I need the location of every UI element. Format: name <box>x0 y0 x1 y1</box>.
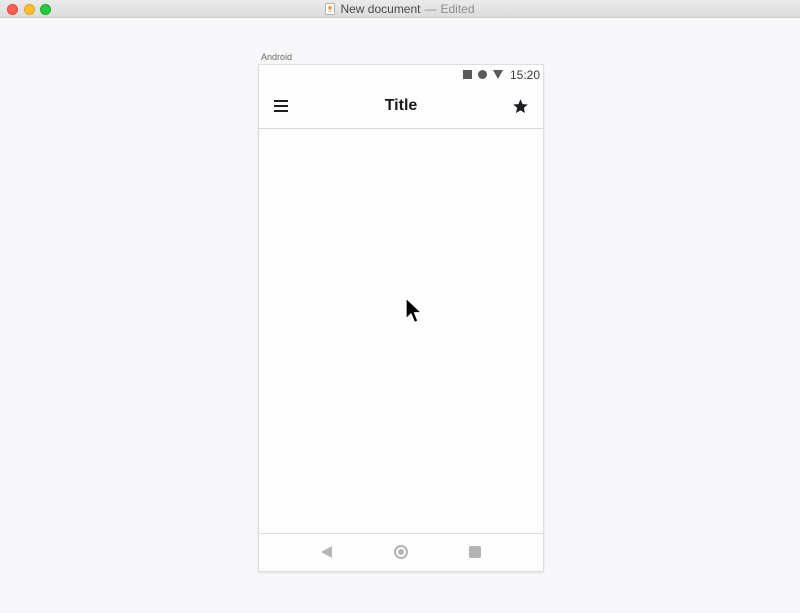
mouse-cursor-icon <box>405 297 423 324</box>
star-icon[interactable] <box>512 98 529 115</box>
title-bar: New document — Edited <box>0 0 800 18</box>
content-area <box>259 129 543 533</box>
app-bar: Title <box>259 85 543 129</box>
wifi-icon <box>493 70 503 79</box>
notification-square-icon <box>463 70 472 79</box>
artboard-label[interactable]: Android <box>261 52 292 62</box>
home-icon[interactable] <box>394 545 408 559</box>
recents-icon[interactable] <box>469 546 481 558</box>
title-separator: — <box>424 2 437 16</box>
app-window: New document — Edited Android 15:20 Titl… <box>0 0 800 613</box>
status-time: 15:20 <box>510 68 541 82</box>
document-icon <box>325 3 336 15</box>
app-bar-title: Title <box>384 97 418 114</box>
edited-status: Edited <box>440 2 475 16</box>
window-title: New document — Edited <box>0 0 800 18</box>
notification-dot-icon <box>478 70 487 79</box>
document-title[interactable]: New document <box>340 2 420 16</box>
navigation-bar <box>259 533 543 571</box>
back-icon[interactable] <box>321 546 332 558</box>
status-bar: 15:20 <box>259 65 543 85</box>
android-artboard[interactable]: 15:20 Title <box>259 65 543 571</box>
